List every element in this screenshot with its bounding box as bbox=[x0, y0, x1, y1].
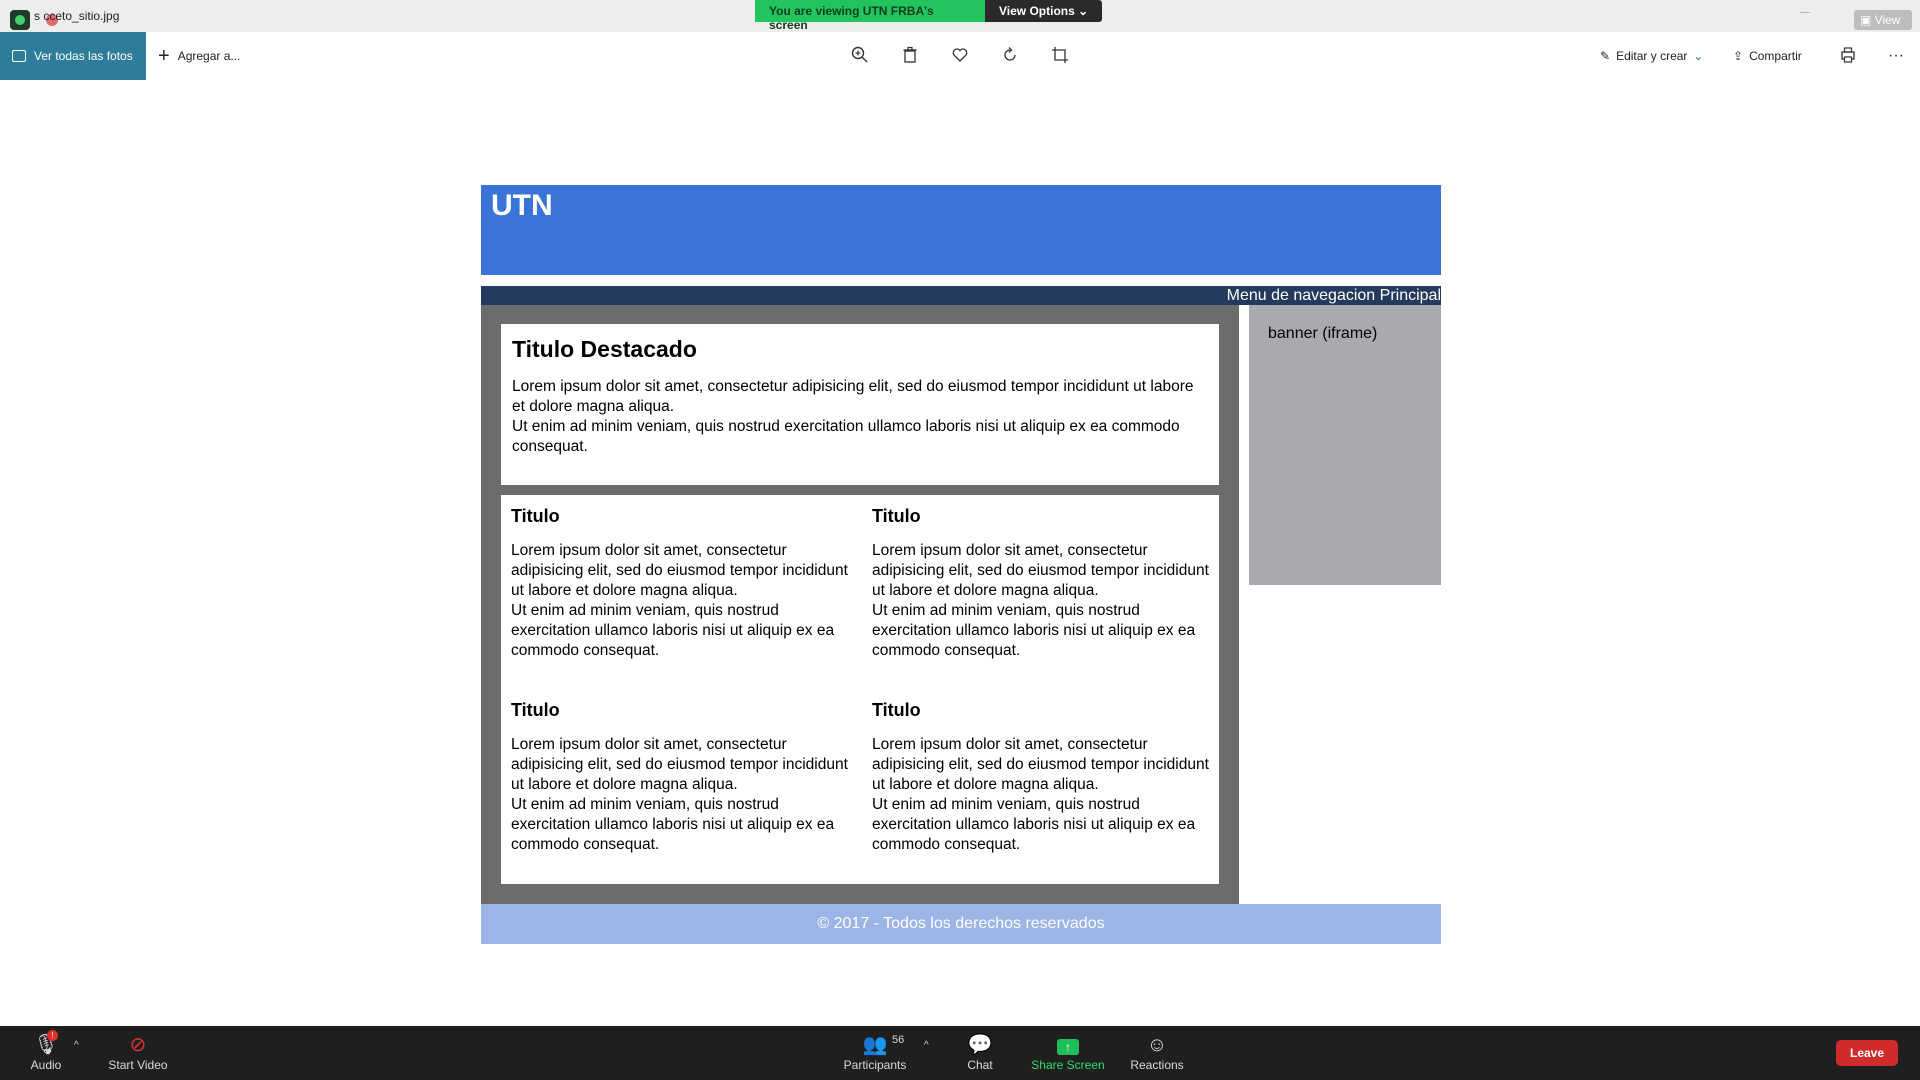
audio-button[interactable]: 🎙 Audio bbox=[6, 1032, 86, 1072]
gallery-icon bbox=[12, 50, 26, 62]
article-grid: Titulo Lorem ipsum dolor sit amet, conse… bbox=[501, 495, 1219, 884]
edit-create-button[interactable]: ✎ Editar y crear ⌄ bbox=[1600, 46, 1703, 66]
site-footer: © 2017 - Todos los derechos reservados bbox=[481, 904, 1441, 944]
favorite-heart-icon[interactable] bbox=[950, 46, 970, 66]
start-video-button[interactable]: ⊘ Start Video bbox=[98, 1032, 178, 1072]
featured-paragraph-1: Lorem ipsum dolor sit amet, consectetur … bbox=[512, 378, 1194, 415]
content-column: Titulo Destacado Lorem ipsum dolor sit a… bbox=[481, 305, 1239, 904]
all-photos-button[interactable]: Ver todas las fotos bbox=[0, 32, 146, 80]
edit-create-label: Editar y crear bbox=[1616, 49, 1688, 63]
main-navigation-bar: Menu de navegacion Principal bbox=[481, 286, 1441, 305]
participants-label: Participants bbox=[843, 1058, 907, 1072]
viewing-screen-label: You are viewing UTN FRBA's screen bbox=[755, 0, 985, 32]
all-photos-label: Ver todas las fotos bbox=[34, 49, 133, 63]
zoom-in-icon[interactable] bbox=[850, 46, 870, 66]
rotate-icon[interactable] bbox=[1000, 46, 1020, 66]
featured-paragraph-2: Ut enim ad minim veniam, quis nostrud ex… bbox=[512, 418, 1180, 455]
zoom-control-bar: 🎙 Audio ! ^ ⊘ Start Video 👥 Participants… bbox=[0, 1026, 1920, 1080]
add-to-label: Agregar a... bbox=[177, 49, 241, 63]
card-paragraph-1: Lorem ipsum dolor sit amet, consectetur … bbox=[872, 736, 1209, 793]
article-card: Titulo Lorem ipsum dolor sit amet, conse… bbox=[872, 699, 1209, 893]
print-icon[interactable] bbox=[1838, 46, 1858, 66]
start-video-label: Start Video bbox=[108, 1058, 168, 1072]
minimize-icon[interactable] bbox=[1800, 12, 1810, 13]
website-mockup: UTN Menu de navegacion Principal Titulo … bbox=[481, 185, 1441, 944]
add-to-button[interactable]: + Agregar a... bbox=[158, 32, 240, 80]
share-banner: You are viewing UTN FRBA's screen View O… bbox=[755, 0, 1103, 32]
participants-caret-icon[interactable]: ^ bbox=[924, 1040, 929, 1051]
featured-title: Titulo Destacado bbox=[512, 336, 697, 362]
chat-label: Chat bbox=[967, 1058, 993, 1072]
share-label: Compartir bbox=[1749, 49, 1802, 63]
card-paragraph-1: Lorem ipsum dolor sit amet, consectetur … bbox=[511, 736, 848, 793]
audio-caret-icon[interactable]: ^ bbox=[74, 1040, 79, 1051]
zoom-top-bar: s cceto_sitio.jpg You are viewing UTN FR… bbox=[0, 0, 1920, 32]
card-title: Titulo bbox=[872, 506, 921, 526]
card-paragraph-1: Lorem ipsum dolor sit amet, consectetur … bbox=[511, 542, 848, 599]
card-paragraph-2: Ut enim ad minim veniam, quis nostrud ex… bbox=[511, 796, 835, 853]
site-header: UTN bbox=[481, 185, 1441, 275]
reactions-button[interactable]: ☺ Reactions bbox=[1117, 1032, 1197, 1072]
card-paragraph-2: Ut enim ad minim veniam, quis nostrud ex… bbox=[511, 602, 835, 659]
article-card: Titulo Lorem ipsum dolor sit amet, conse… bbox=[872, 505, 1209, 699]
audio-alert-badge: ! bbox=[47, 1030, 58, 1041]
share-button[interactable]: ⇪ Compartir bbox=[1733, 46, 1802, 66]
share-screen-label: Share Screen bbox=[1031, 1058, 1105, 1072]
featured-article: Titulo Destacado Lorem ipsum dolor sit a… bbox=[501, 324, 1219, 485]
view-button[interactable]: ▣ View bbox=[1854, 10, 1912, 30]
banner-iframe: banner (iframe) bbox=[1249, 305, 1441, 585]
plus-icon: + bbox=[158, 45, 170, 67]
reactions-smiley-icon: ☺ bbox=[1146, 1034, 1168, 1056]
card-title: Titulo bbox=[511, 506, 560, 526]
main-area: Titulo Destacado Lorem ipsum dolor sit a… bbox=[481, 305, 1441, 904]
participants-count: 56 bbox=[892, 1034, 905, 1046]
view-options-button[interactable]: View Options ⌄ bbox=[985, 0, 1103, 22]
card-title: Titulo bbox=[872, 700, 921, 720]
chat-button[interactable]: 💬 Chat bbox=[940, 1032, 1020, 1072]
sidebar: banner (iframe) bbox=[1239, 305, 1441, 904]
card-paragraph-2: Ut enim ad minim veniam, quis nostrud ex… bbox=[872, 602, 1196, 659]
share-icon: ⇪ bbox=[1733, 49, 1744, 63]
audio-label: Audio bbox=[30, 1058, 62, 1072]
video-off-icon: ⊘ bbox=[129, 1034, 147, 1056]
chat-bubble-icon: 💬 bbox=[967, 1034, 993, 1056]
photos-toolbar: Ver todas las fotos + Agregar a... ✎ Edi… bbox=[0, 32, 1920, 80]
card-paragraph-1: Lorem ipsum dolor sit amet, consectetur … bbox=[872, 542, 1209, 599]
share-screen-arrow-icon: ↑ bbox=[1057, 1039, 1079, 1055]
crop-icon[interactable] bbox=[1050, 46, 1070, 66]
share-screen-button[interactable]: ↑ Share Screen bbox=[1028, 1032, 1108, 1072]
delete-icon[interactable] bbox=[900, 46, 920, 66]
card-paragraph-2: Ut enim ad minim veniam, quis nostrud ex… bbox=[872, 796, 1196, 853]
security-shield-icon[interactable] bbox=[10, 10, 30, 30]
leave-button[interactable]: Leave bbox=[1836, 1040, 1898, 1066]
card-title: Titulo bbox=[511, 700, 560, 720]
chevron-down-icon: ⌄ bbox=[1693, 49, 1704, 63]
site-logo-text: UTN bbox=[491, 189, 553, 222]
more-options-icon[interactable]: ··· bbox=[1886, 46, 1906, 66]
window-file-title: s cceto_sitio.jpg bbox=[34, 9, 120, 23]
reactions-label: Reactions bbox=[1130, 1058, 1184, 1072]
edit-pen-icon: ✎ bbox=[1600, 49, 1611, 63]
article-card: Titulo Lorem ipsum dolor sit amet, conse… bbox=[511, 699, 848, 893]
article-card: Titulo Lorem ipsum dolor sit amet, conse… bbox=[511, 505, 848, 699]
